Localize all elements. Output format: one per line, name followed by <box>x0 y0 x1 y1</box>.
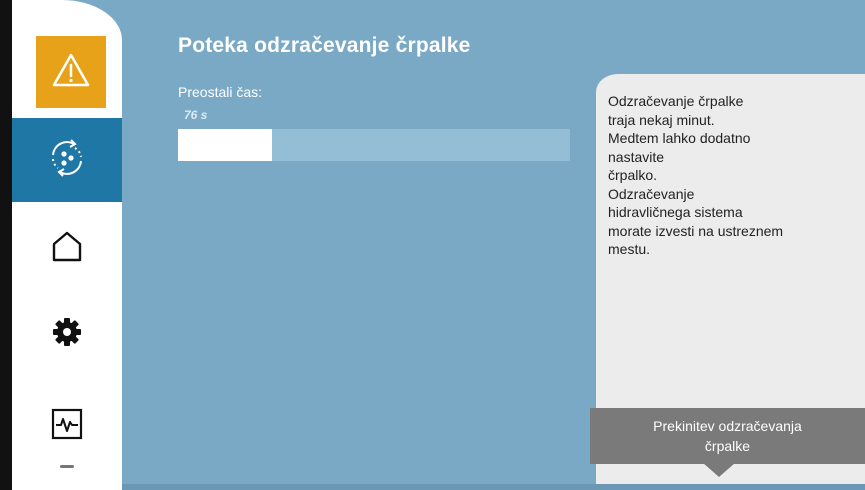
sidebar-item-more[interactable] <box>26 452 108 482</box>
page-title: Poteka odzračevanje črpalke <box>178 34 471 57</box>
gear-icon <box>52 317 82 352</box>
sidebar-item-settings[interactable] <box>26 298 108 370</box>
home-icon <box>50 229 84 268</box>
pump-venting-icon <box>44 135 90 186</box>
action-pointer-icon <box>703 463 735 477</box>
sidebar-item-venting[interactable] <box>12 118 122 202</box>
warning-icon <box>51 52 91 93</box>
info-text: Odzračevanje črpalke traja nekaj minut. … <box>608 93 784 257</box>
cancel-venting-label: Prekinitev odzračevanja črpalke <box>653 418 802 454</box>
remaining-time-value: 76 s <box>184 108 208 122</box>
diagnostics-icon <box>50 407 84 446</box>
remaining-time-label: Preostali čas: <box>178 84 263 100</box>
cancel-venting-button[interactable]: Prekinitev odzračevanja črpalke <box>590 408 865 464</box>
venting-progress-bar <box>178 129 570 161</box>
screen: Poteka odzračevanje črpalke Preostali ča… <box>0 0 865 490</box>
venting-progress-fill <box>178 129 273 161</box>
sidebar <box>0 0 122 490</box>
chevron-down-icon <box>57 458 77 476</box>
sidebar-item-warning[interactable] <box>36 36 106 108</box>
sidebar-item-home[interactable] <box>26 212 108 284</box>
bottom-strip <box>122 484 865 490</box>
screen-bezel <box>0 0 12 490</box>
